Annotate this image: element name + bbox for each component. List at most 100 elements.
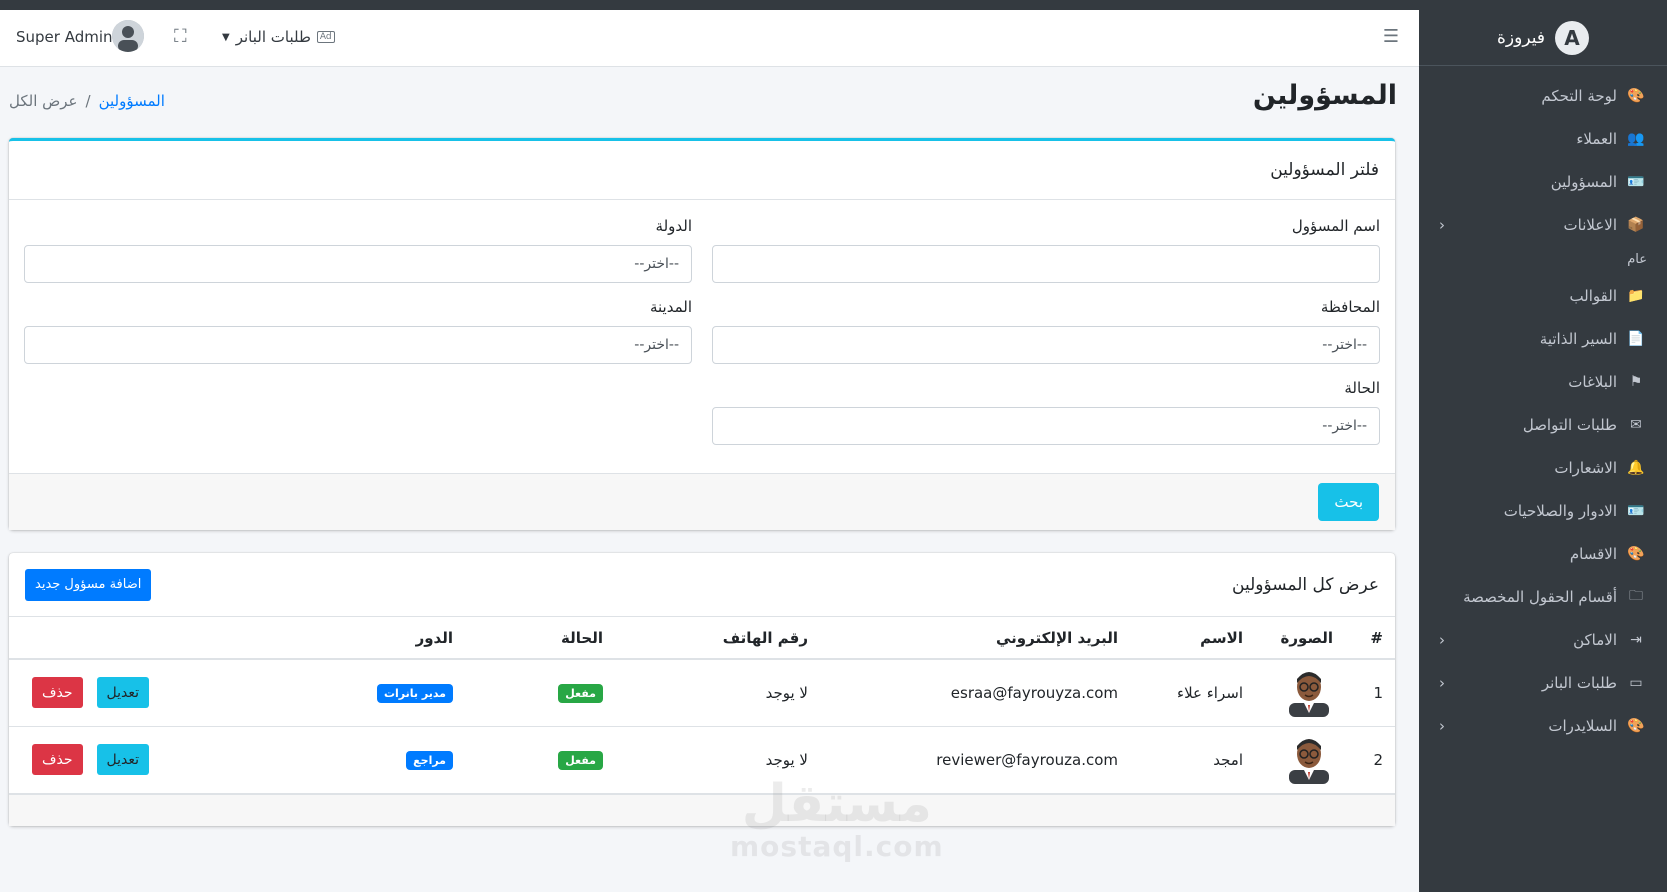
sidebar-item[interactable]: ✉ طلبات التواصل: [1419, 403, 1667, 446]
envelope-icon: ✉: [1630, 416, 1642, 433]
sidebar-item-label: القوالب: [1569, 286, 1617, 305]
row-role: مراجع: [360, 726, 465, 794]
city-group: المدينة --اختر--: [24, 298, 692, 364]
folder-icon: 📁: [1627, 287, 1645, 304]
bell-icon: 🔔: [1627, 459, 1645, 476]
row-photo: [1255, 726, 1345, 794]
user-name[interactable]: Super Admin: [16, 28, 113, 46]
palette-icon: 🎨: [1627, 717, 1645, 734]
id-card-icon: 🪪: [1627, 502, 1645, 519]
row-photo: [1255, 659, 1345, 727]
row-email: esraa@fayrouyza.com: [820, 659, 1130, 727]
filter-card-header: فلتر المسؤولين: [9, 141, 1395, 200]
sidebar-item-label: الاعلانات: [1563, 215, 1618, 234]
sidebar-item-label: أقسام الحقول المخصصة: [1463, 587, 1617, 606]
filter-card-footer: بحث: [9, 473, 1395, 530]
chevron-left-icon: ‹: [1439, 630, 1445, 649]
watermark: مستقل mostaql.com: [730, 778, 944, 863]
column-header: [9, 617, 360, 660]
sidebar-item[interactable]: 📦 الاعلانات ‹: [1419, 203, 1667, 246]
sidebar-item[interactable]: 📁 القوالب: [1419, 274, 1667, 317]
watermark-latin: mostaql.com: [730, 830, 944, 863]
sidebar-item[interactable]: 🎨 الاقسام: [1419, 532, 1667, 575]
breadcrumb-current: عرض الكل: [9, 92, 78, 110]
chevron-left-icon: ‹: [1439, 215, 1445, 234]
chevron-left-icon: ‹: [1439, 673, 1445, 692]
admins-table: # الصورة الاسم البريد الإلكتروني رقم الهاتف ا…: [9, 617, 1395, 794]
sidebar-item[interactable]: 🎨 السلايدرات ‹: [1419, 704, 1667, 747]
admin-name-input[interactable]: [712, 245, 1380, 283]
top-strip: [0, 0, 1667, 10]
list-card-header: عرض كل المسؤولين اضافة مسؤول جديد: [9, 553, 1395, 617]
banner-requests-dropdown[interactable]: Ad طلبات البانر ▼: [222, 28, 335, 46]
column-header: رقم الهاتف: [615, 617, 820, 660]
resume-icon: 📄: [1627, 330, 1645, 347]
ad-icon: ▭: [1629, 674, 1643, 691]
add-admin-button[interactable]: اضافة مسؤول جديد: [25, 568, 152, 601]
status-group: الحالة --اختر--: [712, 379, 1380, 445]
row-actions: تعديل حذف: [9, 659, 360, 727]
users-icon: 👥: [1627, 130, 1645, 147]
breadcrumb-separator: /: [85, 92, 91, 110]
flag-icon: ⚑: [1629, 373, 1643, 390]
sidebar-item[interactable]: 🪪 المسؤولين: [1419, 160, 1667, 203]
table-row: 1 اسراء علاء esraa@fayrouyza.com لا يوجد مفع…: [9, 659, 1395, 727]
governorate-label: المحافظة: [1320, 298, 1380, 316]
table-footer: [9, 794, 1395, 826]
delete-button[interactable]: حذف: [32, 677, 83, 709]
sidebar-item[interactable]: ⚑ البلاغات: [1419, 360, 1667, 403]
country-select[interactable]: --اختر--: [24, 245, 692, 283]
country-group: الدولة --اختر--: [24, 217, 692, 283]
column-header: #: [1345, 617, 1395, 660]
filter-card: فلتر المسؤولين اسم المسؤول الدولة --اختر…: [9, 138, 1395, 530]
sidebar-item-label: الادوار والصلاحيات: [1503, 501, 1617, 520]
row-actions: تعديل حذف: [9, 726, 360, 794]
brand-logo: A: [1554, 20, 1589, 55]
sidebar-item[interactable]: 🔔 الاشعارات: [1419, 446, 1667, 489]
edit-button[interactable]: تعديل: [96, 744, 150, 775]
edit-button[interactable]: تعديل: [96, 677, 150, 709]
status-select[interactable]: --اختر--: [712, 407, 1380, 445]
column-header: البريد الإلكتروني: [820, 617, 1130, 660]
admin-photo: [1285, 732, 1333, 784]
city-label: المدينة: [649, 298, 692, 316]
sign-in-icon: ⇥: [1630, 631, 1642, 648]
breadcrumb: المسؤولين / عرض الكل: [9, 92, 165, 110]
sidebar-item-label: الاشعارات: [1554, 458, 1617, 477]
sidebar: A فيروزة 🎨 لوحة التحكم 👥 العملاء 🪪 المسؤولين 📦…: [1419, 10, 1667, 892]
table-header-row: # الصورة الاسم البريد الإلكتروني رقم الهاتف ا…: [9, 617, 1395, 660]
breadcrumb-link[interactable]: المسؤولين: [99, 92, 165, 110]
sidebar-item-label: طلبات التواصل: [1522, 415, 1617, 434]
search-button[interactable]: بحث: [1318, 483, 1379, 521]
sidebar-item[interactable]: ▭ طلبات البانر ‹: [1419, 661, 1667, 704]
row-role: مدير بانرات: [360, 659, 465, 727]
list-card-title: عرض كل المسؤولين: [1232, 574, 1379, 595]
chevron-left-icon: ‹: [1439, 716, 1445, 735]
sidebar-item-label: العملاء: [1576, 129, 1617, 148]
menu-toggle-icon[interactable]: ☰: [1383, 26, 1399, 47]
status-label: الحالة: [1344, 379, 1380, 397]
avatar[interactable]: [112, 20, 144, 52]
sidebar-item[interactable]: 📄 السير الذاتية: [1419, 317, 1667, 360]
sidebar-item-label: لوحة التحكم: [1541, 86, 1617, 105]
sidebar-item[interactable]: 🪪 الادوار والصلاحيات: [1419, 489, 1667, 532]
sidebar-item[interactable]: 🎨 لوحة التحكم: [1419, 74, 1667, 117]
fullscreen-icon[interactable]: ⛶: [174, 26, 187, 47]
admin-name-label: اسم المسؤول: [1291, 217, 1380, 235]
sidebar-item-label: البلاغات: [1568, 372, 1617, 391]
sidebar-item[interactable]: ⇥ الاماكن ‹: [1419, 618, 1667, 661]
brand[interactable]: A فيروزة: [1419, 10, 1667, 66]
sidebar-item[interactable]: 🗀 أقسام الحقول المخصصة: [1419, 575, 1667, 618]
sidebar-item-label: الاقسام: [1569, 544, 1617, 563]
city-select[interactable]: --اختر--: [24, 326, 692, 364]
caret-down-icon: ▼: [222, 31, 230, 43]
column-header: الاسم: [1130, 617, 1255, 660]
row-name: امجد: [1130, 726, 1255, 794]
country-label: الدولة: [655, 217, 692, 235]
governorate-select[interactable]: --اختر--: [712, 326, 1380, 364]
role-badge: مدير بانرات: [376, 683, 453, 703]
sidebar-item-label: طلبات البانر: [1541, 673, 1617, 692]
delete-button[interactable]: حذف: [32, 744, 83, 775]
role-badge: مراجع: [406, 750, 453, 770]
sidebar-item[interactable]: 👥 العملاء: [1419, 117, 1667, 160]
